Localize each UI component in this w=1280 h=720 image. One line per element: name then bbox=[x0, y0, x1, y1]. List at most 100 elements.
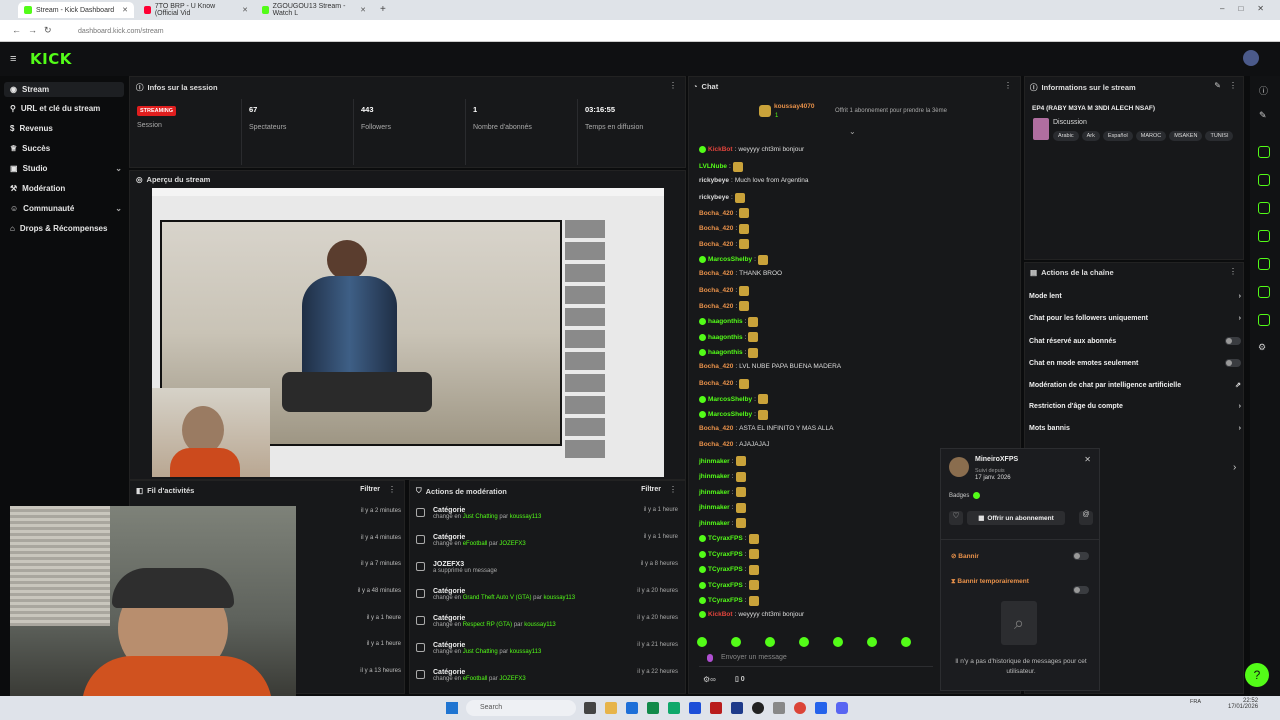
chat-username[interactable]: TCyraxFPS bbox=[708, 566, 743, 573]
chat-username[interactable]: LVLNube bbox=[699, 163, 727, 170]
setting-ai-moderation[interactable]: Modération de chat par intelligence arti… bbox=[1029, 381, 1241, 390]
sidebar-item-communaute[interactable]: ☺ Communauté ⌄ bbox=[10, 204, 122, 213]
keyboard-language[interactable]: FRA bbox=[1190, 699, 1201, 705]
sidebar-item-revenus[interactable]: $ Revenus bbox=[10, 124, 122, 133]
chevron-right-icon[interactable]: › bbox=[1233, 462, 1236, 473]
moderation-filter-button[interactable]: Filtrer bbox=[641, 486, 661, 493]
chat-username[interactable]: Bocha_420 bbox=[699, 380, 733, 387]
taskbar-search[interactable]: Search bbox=[466, 700, 576, 716]
chat-username[interactable]: jhinmaker bbox=[699, 504, 730, 511]
chat-username[interactable]: Bocha_420 bbox=[699, 225, 733, 232]
chat-username[interactable]: Bocha_420 bbox=[699, 303, 733, 310]
browser-tab-kick-stream[interactable]: ZGOUGOU13 Stream - Watch L ✕ bbox=[256, 2, 372, 18]
chat-username[interactable]: MarcosShelby bbox=[708, 411, 752, 418]
chat-username[interactable]: Bocha_420 bbox=[699, 287, 733, 294]
pinned-username[interactable]: koussay4070 bbox=[774, 103, 814, 110]
sidebar-item-stream[interactable]: ◉ Stream bbox=[4, 82, 124, 97]
taskbar-clock[interactable]: 22:52 17/01/2026 bbox=[1228, 698, 1258, 710]
chat-username[interactable]: Bocha_420 bbox=[699, 441, 733, 448]
sidebar-item-studio[interactable]: ▣ Studio ⌄ bbox=[10, 164, 122, 173]
more-icon[interactable]: ⋮ bbox=[669, 485, 677, 494]
edit-icon[interactable]: ✎ bbox=[1259, 110, 1267, 121]
setting-slow-mode[interactable]: Mode lent › bbox=[1029, 293, 1241, 300]
browser-tab-kick-dashboard[interactable]: Stream - Kick Dashboard ✕ bbox=[18, 2, 134, 18]
emotes-only-toggle[interactable] bbox=[1225, 359, 1241, 367]
gear-icon[interactable]: ⚙ bbox=[1258, 342, 1266, 353]
chat-username[interactable]: jhinmaker bbox=[699, 520, 730, 527]
kick-logo[interactable]: KICK bbox=[30, 50, 72, 68]
chat-username[interactable]: haagonthis bbox=[708, 334, 743, 341]
chat-username[interactable]: Bocha_420 bbox=[699, 425, 733, 432]
chat-username[interactable]: Bocha_420 bbox=[699, 270, 733, 277]
chevron-down-icon[interactable]: ⌄ bbox=[849, 127, 856, 136]
chat-settings-icon[interactable]: ⚙∞ bbox=[703, 675, 716, 684]
rail-icon[interactable] bbox=[1258, 230, 1270, 242]
chat-username[interactable]: rickybeye bbox=[699, 177, 729, 184]
windows-start-icon[interactable] bbox=[446, 702, 458, 714]
sidebar-item-drops[interactable]: ⌂ Drops & Récompenses bbox=[10, 224, 122, 233]
more-icon[interactable]: ⋮ bbox=[1229, 267, 1237, 276]
setting-followers-only[interactable]: Chat pour les followers uniquement › bbox=[1029, 315, 1241, 322]
rail-icon[interactable] bbox=[1258, 286, 1270, 298]
back-icon[interactable]: ← bbox=[12, 25, 21, 35]
setting-age-restriction[interactable]: Restriction d'âge du compte › bbox=[1029, 403, 1241, 410]
sidebar-item-url[interactable]: ⚲ URL et clé du stream bbox=[10, 104, 122, 113]
info-icon[interactable]: ⓘ bbox=[1259, 84, 1268, 97]
rail-icon[interactable] bbox=[1258, 146, 1270, 158]
browser-tab-youtube[interactable]: 7TO BRP - U Know (Official Vid ✕ bbox=[138, 2, 254, 18]
ban-toggle[interactable] bbox=[1073, 552, 1089, 560]
edit-icon[interactable]: ✎ bbox=[1214, 81, 1221, 90]
chat-username[interactable]: MarcosShelby bbox=[708, 396, 752, 403]
chat-username[interactable]: Bocha_420 bbox=[699, 241, 733, 248]
sidebar-item-moderation[interactable]: ⚒ Modération bbox=[10, 184, 122, 193]
chat-username[interactable]: haagonthis bbox=[708, 349, 743, 356]
setting-banned-words[interactable]: Mots bannis › bbox=[1029, 425, 1241, 432]
more-icon[interactable]: ⋮ bbox=[1229, 81, 1237, 90]
new-tab-icon[interactable]: + bbox=[380, 4, 386, 15]
rail-icon[interactable] bbox=[1258, 202, 1270, 214]
more-icon[interactable]: ⋮ bbox=[669, 81, 677, 90]
close-tab-icon[interactable]: ✕ bbox=[122, 6, 128, 14]
rail-icon[interactable] bbox=[1258, 258, 1270, 270]
chat-username[interactable]: TCyraxFPS bbox=[708, 582, 743, 589]
chat-username[interactable]: haagonthis bbox=[708, 318, 743, 325]
close-tab-icon[interactable]: ✕ bbox=[360, 6, 366, 14]
emote-picker-icon[interactable] bbox=[707, 653, 713, 662]
mention-icon[interactable]: @ bbox=[1079, 511, 1093, 525]
more-icon[interactable]: ⋮ bbox=[1004, 81, 1012, 90]
url-field[interactable]: dashboard.kick.com/stream bbox=[72, 25, 1172, 38]
chat-username[interactable]: jhinmaker bbox=[699, 489, 730, 496]
chat-username[interactable]: jhinmaker bbox=[699, 458, 730, 465]
close-icon[interactable]: ✕ bbox=[1084, 455, 1091, 464]
setting-subscribers-only[interactable]: Chat réservé aux abonnés bbox=[1029, 337, 1241, 345]
setting-emotes-only[interactable]: Chat en mode emotes seulement bbox=[1029, 359, 1241, 367]
menu-icon[interactable]: ≡ bbox=[10, 53, 16, 65]
chat-username[interactable]: MarcosShelby bbox=[708, 256, 752, 263]
help-button[interactable]: ? bbox=[1245, 663, 1269, 687]
chat-username[interactable]: TCyraxFPS bbox=[708, 535, 743, 542]
rail-icon[interactable] bbox=[1258, 314, 1270, 326]
activity-filter-button[interactable]: Filtrer bbox=[360, 486, 380, 493]
window-controls[interactable]: –□✕ bbox=[1220, 4, 1278, 13]
chat-username[interactable]: TCyraxFPS bbox=[708, 597, 743, 604]
rail-icon[interactable] bbox=[1258, 174, 1270, 186]
timeout-toggle[interactable] bbox=[1073, 586, 1089, 594]
subscribers-only-toggle[interactable] bbox=[1225, 337, 1241, 345]
stream-preview-video[interactable] bbox=[152, 188, 664, 477]
reload-icon[interactable]: ↻ bbox=[44, 25, 52, 36]
chat-username[interactable]: TCyraxFPS bbox=[708, 551, 743, 558]
chat-username[interactable]: Bocha_420 bbox=[699, 210, 733, 217]
chat-username[interactable]: jhinmaker bbox=[699, 473, 730, 480]
heart-icon[interactable]: ♡ bbox=[949, 511, 963, 525]
sidebar-item-succes[interactable]: ♕ Succès bbox=[10, 144, 122, 153]
chat-username[interactable]: Bocha_420 bbox=[699, 363, 733, 370]
chat-input[interactable]: Envoyer un message bbox=[699, 649, 933, 667]
chat-username[interactable]: rickybeye bbox=[699, 194, 729, 201]
chat-username[interactable]: KickBot bbox=[708, 146, 733, 153]
gift-subscription-button[interactable]: ▦ Offrir un abonnement bbox=[967, 511, 1065, 525]
avatar[interactable] bbox=[1243, 50, 1259, 66]
chat-username[interactable]: KickBot bbox=[708, 611, 733, 618]
close-tab-icon[interactable]: ✕ bbox=[242, 6, 248, 14]
forward-icon[interactable]: → bbox=[28, 25, 37, 35]
more-icon[interactable]: ⋮ bbox=[388, 485, 396, 494]
